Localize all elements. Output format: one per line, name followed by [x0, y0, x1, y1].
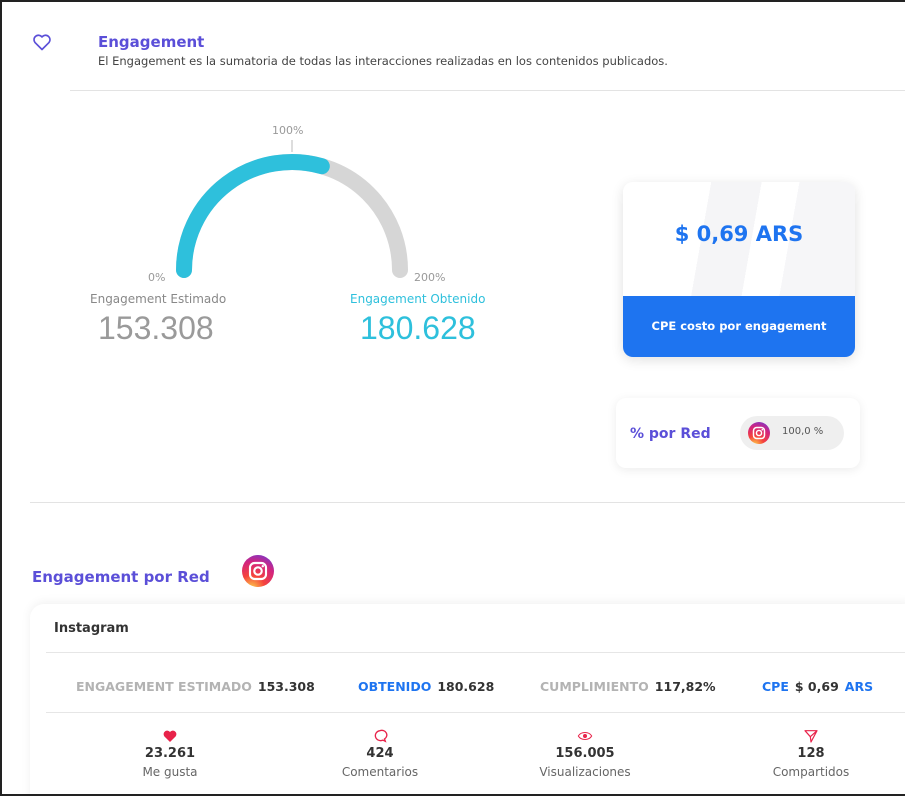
cpe-card: $ 0,69 ARS CPE costo por engagement	[623, 182, 855, 357]
gauge-label-min: 0%	[148, 271, 166, 284]
stat-value: 153.308	[257, 679, 315, 694]
stat-value: $ 0,69	[794, 679, 839, 694]
eye-icon	[577, 731, 593, 741]
network-percent-pill[interactable]: 100,0 %	[740, 416, 844, 450]
stat-value: 180.628	[437, 679, 495, 694]
comment-icon	[374, 729, 388, 743]
metric-comentarios: 424 Comentarios	[320, 728, 440, 779]
por-red-label: % por Red	[630, 426, 711, 442]
metric-value: 23.261	[144, 746, 196, 761]
stat-cpe: CPE $ 0,69 ARS	[762, 679, 873, 694]
heart-filled-icon	[163, 730, 177, 742]
cpe-value: $ 0,69 ARS	[674, 222, 804, 246]
stat-engagement-estimado: ENGAGEMENT ESTIMADO 153.308	[76, 679, 315, 694]
send-icon	[804, 730, 818, 743]
metric-value: 424	[366, 746, 394, 761]
cpe-label: CPE costo por engagement	[623, 296, 855, 357]
engagement-obtenido-label: Engagement Obtenido	[350, 292, 486, 306]
metric-label: Me gusta	[142, 765, 198, 779]
metric-visualizaciones: 156.005 Visualizaciones	[525, 728, 645, 779]
divider	[70, 90, 905, 91]
divider	[46, 712, 905, 713]
gauge-label-max: 200%	[414, 271, 446, 284]
stat-value: 117,82%	[654, 679, 716, 694]
network-detail-panel: Instagram ENGAGEMENT ESTIMADO 153.308 OBT…	[30, 604, 905, 794]
stat-label: CUMPLIMIENTO	[540, 679, 649, 694]
stat-cumplimiento: CUMPLIMIENTO 117,82%	[540, 679, 716, 694]
network-percent: 100,0 %	[782, 426, 824, 437]
engagement-estimado-label: Engagement Estimado	[90, 292, 227, 306]
network-name: Instagram	[54, 621, 129, 636]
gauge-label-mid: 100%	[272, 124, 304, 137]
engagement-gauge: 100% 0% 200%	[148, 122, 452, 296]
divider	[46, 652, 905, 653]
metric-value: 128	[797, 746, 825, 761]
stat-label: CPE	[762, 679, 789, 694]
metric-value: 156.005	[555, 746, 615, 761]
stat-label: OBTENIDO	[358, 679, 432, 694]
section-title: Engagement	[98, 33, 205, 51]
section-description: El Engagement es la sumatoria de todas l…	[98, 54, 668, 68]
stat-currency: ARS	[844, 679, 874, 694]
metric-label: Comentarios	[341, 765, 419, 779]
divider	[30, 502, 905, 503]
metric-me-gusta: 23.261 Me gusta	[110, 728, 230, 779]
engagement-panel: Engagement El Engagement es la sumatoria…	[0, 0, 905, 796]
por-red-card: % por Red 100,0 %	[616, 398, 860, 468]
engagement-obtenido-value: 180.628	[360, 310, 476, 346]
instagram-icon[interactable]	[242, 555, 274, 587]
instagram-icon	[748, 422, 770, 444]
engagement-por-red-title: Engagement por Red	[32, 568, 210, 586]
engagement-estimado-value: 153.308	[98, 310, 214, 346]
metric-label: Visualizaciones	[539, 765, 631, 779]
metric-label: Compartidos	[772, 765, 850, 779]
gauge-chart	[176, 140, 408, 278]
stat-obtenido: OBTENIDO 180.628	[358, 679, 494, 694]
heart-icon	[33, 34, 51, 51]
gauge-fill	[176, 154, 330, 278]
stat-label: ENGAGEMENT ESTIMADO	[76, 679, 252, 694]
gauge-track	[176, 154, 408, 278]
metric-compartidos: 128 Compartidos	[751, 728, 871, 779]
